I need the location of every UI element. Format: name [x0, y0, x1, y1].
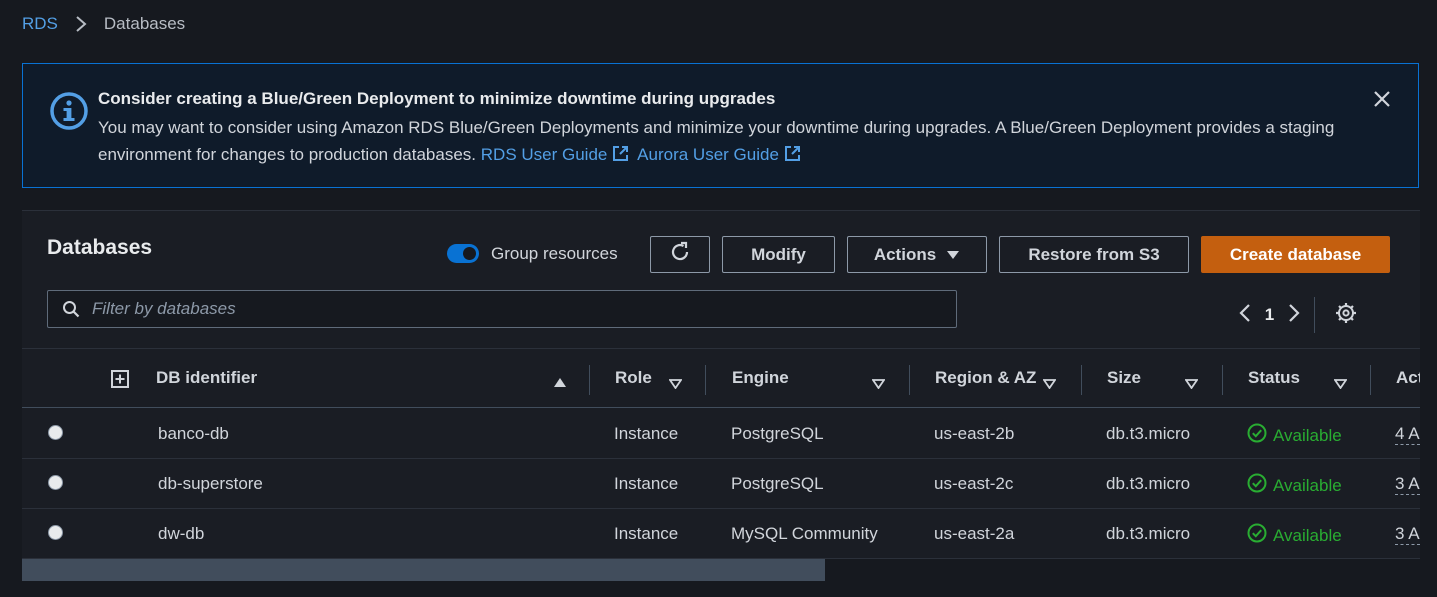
- alert-body: You may want to consider using Amazon RD…: [98, 114, 1348, 170]
- column-divider: [1222, 365, 1223, 395]
- modify-button[interactable]: Modify: [722, 236, 835, 273]
- chevron-left-icon[interactable]: [1239, 303, 1251, 328]
- header-status[interactable]: Status: [1248, 368, 1300, 388]
- breadcrumb: RDS Databases: [22, 13, 185, 35]
- header-role[interactable]: Role: [615, 368, 652, 388]
- sort-icon[interactable]: [1042, 374, 1057, 394]
- panel-title: Databases: [47, 236, 153, 259]
- status-text: Available: [1273, 425, 1342, 445]
- header-engine[interactable]: Engine: [732, 368, 789, 388]
- external-link-icon: [784, 143, 801, 170]
- table-header: DB identifier Role Engine Region & AZ Si…: [22, 348, 1420, 408]
- engine-cell: PostgreSQL: [731, 474, 824, 493]
- close-icon[interactable]: [1372, 89, 1392, 114]
- create-database-button[interactable]: Create database: [1201, 236, 1390, 273]
- engine-cell: MySQL Community: [731, 524, 878, 543]
- info-alert: Consider creating a Blue/Green Deploymen…: [22, 63, 1419, 188]
- alert-title: Consider creating a Blue/Green Deploymen…: [98, 89, 776, 108]
- header-db-identifier[interactable]: DB identifier: [156, 368, 257, 388]
- pagination: 1: [1239, 297, 1357, 333]
- actions-cell[interactable]: 4 A: [1395, 424, 1420, 445]
- restore-from-s3-button[interactable]: Restore from S3: [999, 236, 1189, 273]
- chevron-right-icon[interactable]: [1288, 303, 1300, 328]
- sort-ascending-icon[interactable]: [553, 373, 567, 393]
- status-text: Available: [1273, 475, 1342, 495]
- search-icon: [62, 300, 80, 318]
- sort-icon[interactable]: [1184, 374, 1199, 394]
- check-circle-icon: [1247, 523, 1267, 548]
- status-badge: Available: [1247, 423, 1342, 448]
- db-identifier-link[interactable]: db-superstore: [158, 474, 263, 494]
- sort-icon[interactable]: [871, 374, 886, 394]
- horizontal-scrollbar[interactable]: [22, 559, 1420, 581]
- toggle-knob: [463, 247, 476, 260]
- row-select-radio[interactable]: [48, 525, 63, 540]
- refresh-icon: [669, 241, 691, 268]
- db-identifier-link[interactable]: banco-db: [158, 424, 229, 444]
- info-icon: [49, 91, 89, 136]
- header-size[interactable]: Size: [1107, 368, 1141, 388]
- db-identifier-link[interactable]: dw-db: [158, 524, 204, 544]
- role-cell: Instance: [614, 524, 679, 543]
- status-badge: Available: [1247, 523, 1342, 548]
- filter-input[interactable]: [90, 298, 914, 320]
- group-resources-label: Group resources: [491, 244, 618, 263]
- actions-cell[interactable]: 3 A: [1395, 524, 1420, 545]
- status-text: Available: [1273, 525, 1342, 545]
- column-divider: [1370, 365, 1371, 395]
- expand-all-icon[interactable]: [111, 370, 129, 393]
- caret-down-icon: [946, 245, 960, 265]
- region-cell: us-east-2c: [934, 474, 1014, 493]
- role-cell: Instance: [614, 424, 679, 443]
- filter-box: [47, 290, 957, 328]
- table-row[interactable]: banco-db Instance PostgreSQL us-east-2b …: [22, 409, 1420, 459]
- actions-button[interactable]: Actions: [847, 236, 987, 273]
- region-cell: us-east-2a: [934, 524, 1015, 543]
- engine-cell: PostgreSQL: [731, 424, 824, 443]
- group-resources-toggle[interactable]: [447, 244, 479, 263]
- databases-panel: Databases Group resources Modify Actions…: [22, 210, 1420, 581]
- table-row[interactable]: dw-db Instance MySQL Community us-east-2…: [22, 509, 1420, 559]
- external-link-icon: [612, 143, 629, 170]
- actions-cell[interactable]: 3 A: [1395, 474, 1420, 495]
- check-circle-icon: [1247, 473, 1267, 498]
- header-region-az[interactable]: Region & AZ: [935, 368, 1036, 388]
- size-cell: db.t3.micro: [1106, 424, 1191, 443]
- gear-icon[interactable]: [1335, 302, 1357, 329]
- aurora-user-guide-label: Aurora User Guide: [637, 145, 779, 164]
- check-circle-icon: [1247, 423, 1267, 448]
- actions-label: Actions: [873, 244, 937, 264]
- current-page[interactable]: 1: [1251, 305, 1288, 325]
- role-cell: Instance: [614, 474, 679, 493]
- scrollbar-thumb[interactable]: [22, 559, 825, 581]
- column-divider: [589, 365, 590, 395]
- aurora-user-guide-link[interactable]: Aurora User Guide: [637, 145, 805, 164]
- row-select-radio[interactable]: [48, 425, 63, 440]
- column-divider: [1081, 365, 1082, 395]
- sort-icon[interactable]: [1333, 374, 1348, 394]
- region-cell: us-east-2b: [934, 424, 1015, 443]
- header-actions[interactable]: Act: [1396, 368, 1420, 388]
- sort-icon[interactable]: [668, 374, 683, 394]
- status-badge: Available: [1247, 473, 1342, 498]
- breadcrumb-current: Databases: [103, 14, 186, 33]
- pager-divider: [1314, 297, 1315, 333]
- table-row[interactable]: db-superstore Instance PostgreSQL us-eas…: [22, 459, 1420, 509]
- breadcrumb-rds-link[interactable]: RDS: [22, 14, 58, 34]
- row-select-radio[interactable]: [48, 475, 63, 490]
- column-divider: [909, 365, 910, 395]
- rds-user-guide-label: RDS User Guide: [480, 145, 608, 164]
- rds-user-guide-link[interactable]: RDS User Guide: [481, 145, 634, 164]
- size-cell: db.t3.micro: [1106, 524, 1191, 543]
- size-cell: db.t3.micro: [1106, 474, 1191, 493]
- chevron-right-icon: [58, 15, 104, 33]
- refresh-button[interactable]: [650, 236, 710, 273]
- column-divider: [705, 365, 706, 395]
